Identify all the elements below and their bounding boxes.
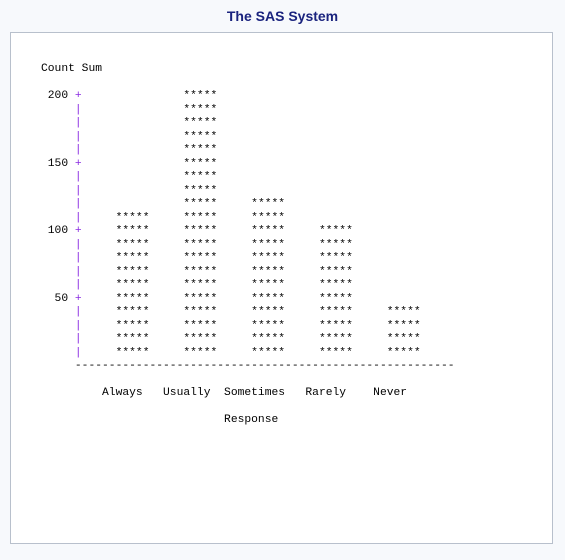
page-title: The SAS System [0, 0, 565, 32]
ascii-bar-chart: Count Sum 200 + ***** | ***** | ***** | [41, 63, 552, 428]
sas-output-page: The SAS System Count Sum 200 + ***** | *… [0, 0, 565, 560]
chart-frame: Count Sum 200 + ***** | ***** | ***** | [10, 32, 553, 544]
